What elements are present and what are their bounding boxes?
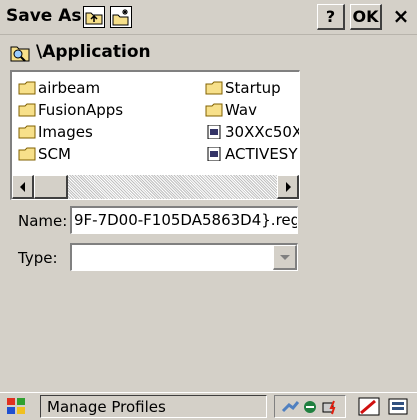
registry-file-icon [207, 147, 221, 161]
scroll-left-button[interactable] [12, 175, 34, 199]
new-folder-icon[interactable] [110, 6, 132, 28]
type-dropdown-button[interactable] [273, 245, 297, 270]
sync-icon[interactable] [301, 399, 319, 415]
chevron-down-icon [280, 255, 290, 260]
registry-file-icon [207, 125, 221, 139]
file-name: FusionApps [38, 101, 124, 119]
dialog-title: Save As [6, 6, 82, 26]
file-name: Startup [225, 79, 281, 97]
folder-icon [18, 81, 36, 95]
system-tray [274, 395, 346, 418]
task-manage-profiles[interactable]: Manage Profiles [40, 395, 267, 418]
path-text: \Application [36, 42, 151, 62]
file-list[interactable]: airbeam FusionApps Images SCM Startup Wa… [10, 70, 300, 200]
file-name: Wav [225, 101, 257, 119]
ok-button[interactable]: OK [350, 4, 382, 30]
folder-icon [205, 103, 223, 117]
file-name-input[interactable]: 9F-7D00-F105DA5863D4}.reg [70, 206, 298, 234]
file-name: SCM [38, 145, 71, 163]
scroll-right-button[interactable] [277, 175, 299, 199]
title-bar: Save As ? OK × [0, 0, 417, 35]
close-button[interactable]: × [387, 4, 415, 30]
taskbar: Manage Profiles [0, 392, 417, 420]
file-name: Images [38, 123, 93, 141]
start-icon[interactable] [2, 395, 32, 418]
folder-search-icon [10, 46, 30, 62]
name-label: Name: [18, 212, 68, 230]
help-button[interactable]: ? [317, 4, 345, 30]
battery-charging-icon[interactable] [321, 399, 339, 415]
scroll-thumb[interactable] [34, 175, 68, 199]
arrow-left-icon [20, 182, 25, 192]
type-label: Type: [18, 249, 58, 267]
folder-icon [205, 81, 223, 95]
up-folder-icon[interactable] [83, 6, 105, 28]
file-type-select[interactable] [70, 243, 298, 271]
arrow-right-icon [286, 182, 291, 192]
file-name: ACTIVESY [225, 145, 298, 163]
network-icon[interactable] [281, 399, 299, 415]
file-name: 30XXc50X [225, 123, 300, 141]
file-name: airbeam [38, 79, 101, 97]
horizontal-scrollbar[interactable] [12, 175, 299, 199]
input-panel-icon[interactable] [357, 395, 381, 418]
folder-icon [18, 125, 36, 139]
folder-icon [18, 147, 36, 161]
folder-icon [18, 103, 36, 117]
keyboard-icon[interactable] [387, 395, 411, 418]
